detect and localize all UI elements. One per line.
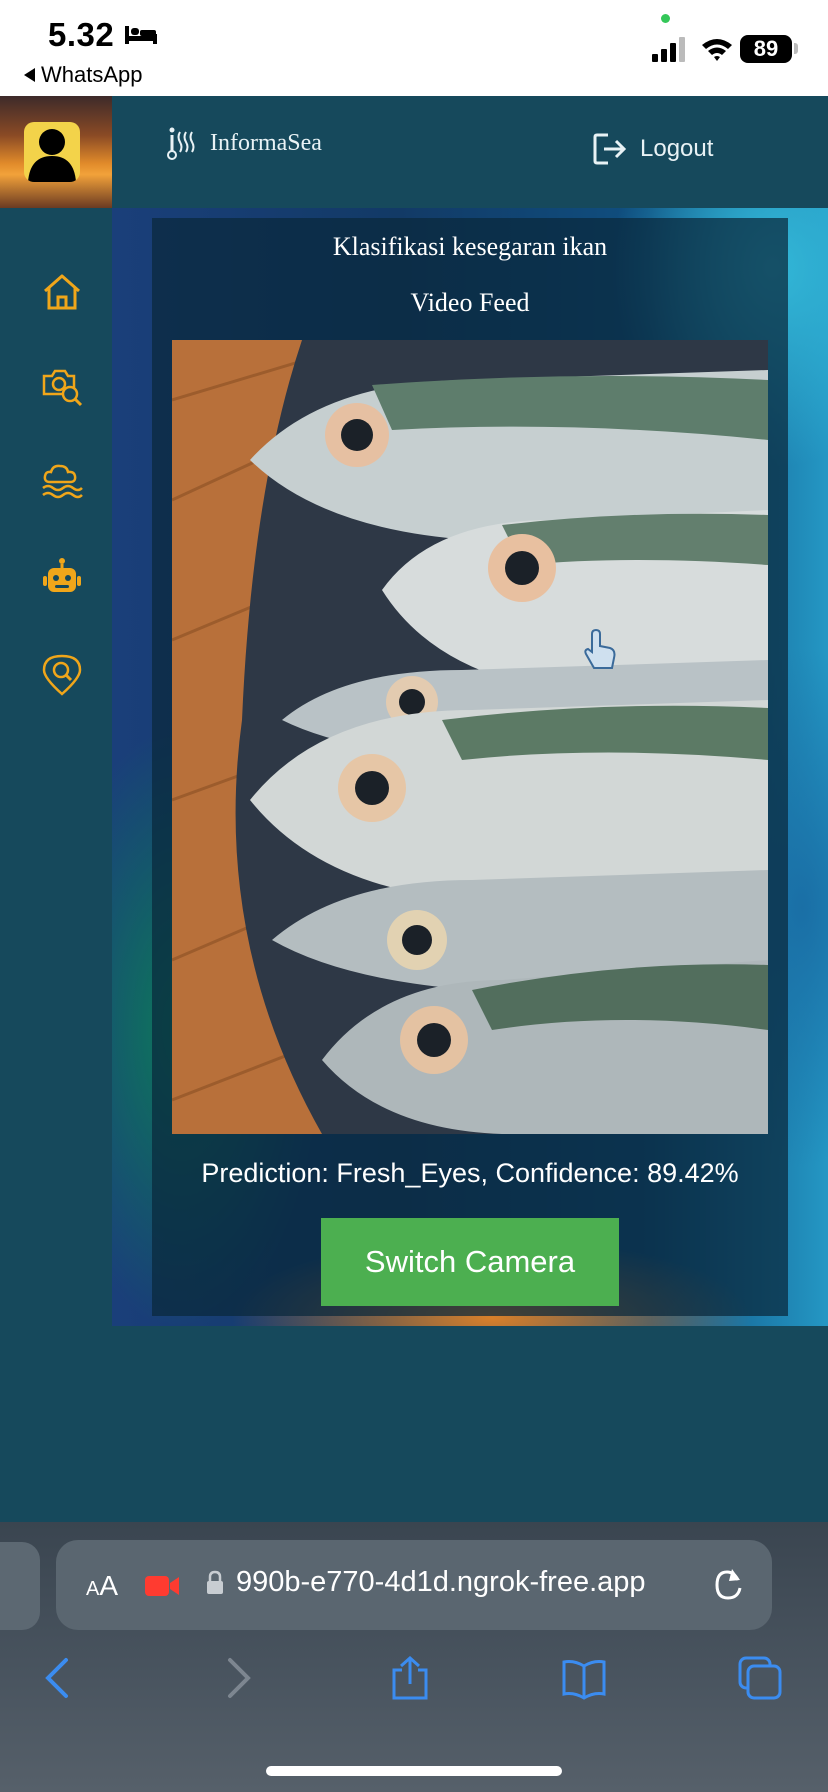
logout-icon: [593, 133, 627, 165]
location-search-icon[interactable]: [40, 652, 84, 696]
text-size-small: A: [86, 1578, 100, 1600]
cellular-signal-icon: [652, 37, 685, 62]
camera-search-icon[interactable]: [40, 364, 84, 408]
cloud-sea-icon[interactable]: [40, 460, 84, 504]
reload-icon[interactable]: [710, 1566, 746, 1604]
home-icon[interactable]: [40, 270, 84, 314]
switch-camera-button[interactable]: Switch Camera: [321, 1218, 619, 1306]
forward-icon[interactable]: [214, 1656, 258, 1700]
back-to-app[interactable]: WhatsApp: [24, 62, 143, 88]
fish-camera-image: [172, 340, 768, 1134]
ios-status-bar: 5.32 WhatsApp 89: [0, 0, 828, 96]
text-size-button[interactable]: AA: [86, 1570, 118, 1602]
brand-name: InformaSea: [210, 129, 322, 156]
bookmarks-icon[interactable]: [562, 1656, 606, 1700]
back-app-label: WhatsApp: [41, 62, 143, 87]
tabs-icon[interactable]: [738, 1656, 782, 1700]
sidebar: [0, 208, 112, 1326]
battery-cap: [794, 43, 798, 54]
address-bar[interactable]: AA 990b-e770-4d1d.ngrok-free.app: [56, 1540, 772, 1630]
profile-tile[interactable]: [0, 96, 112, 208]
url-text: 990b-e770-4d1d.ngrok-free.app: [236, 1566, 646, 1598]
logout-button[interactable]: Logout: [592, 132, 713, 166]
previous-tab-peek[interactable]: [0, 1542, 40, 1630]
back-triangle-icon: [24, 68, 35, 82]
user-icon: [28, 129, 76, 182]
top-navbar: InformaSea Logout: [0, 96, 828, 208]
video-feed-heading: Video Feed: [410, 288, 530, 317]
back-icon[interactable]: [38, 1656, 82, 1700]
page-title: Klasifikasi kesegaran ikan: [332, 232, 608, 261]
battery-indicator: 89: [740, 35, 792, 63]
logout-label: Logout: [640, 135, 714, 162]
home-indicator[interactable]: [266, 1766, 562, 1776]
status-time: 5.32: [48, 16, 115, 53]
prediction-text: Prediction: Fresh_Eyes, Confidence: 89.4…: [201, 1158, 739, 1188]
classification-panel: Klasifikasi kesegaran ikan Video Feed Pr…: [152, 218, 788, 1316]
sleep-focus-icon: [125, 26, 157, 44]
text-size-large: A: [99, 1570, 119, 1601]
wifi-icon: [702, 39, 732, 61]
browser-bottom-bar: AA 990b-e770-4d1d.ngrok-free.app: [0, 1522, 828, 1792]
camera-recording-icon[interactable]: [144, 1574, 180, 1598]
lock-icon: [207, 1570, 223, 1594]
avatar: [24, 122, 80, 182]
brand[interactable]: InformaSea: [166, 126, 322, 160]
video-feed[interactable]: [172, 340, 768, 1134]
camera-in-use-indicator: [661, 14, 670, 23]
content-bottom-area: [112, 1326, 828, 1526]
informasea-logo-icon: [167, 127, 195, 160]
robot-icon[interactable]: [40, 556, 84, 600]
share-icon[interactable]: [388, 1656, 432, 1700]
